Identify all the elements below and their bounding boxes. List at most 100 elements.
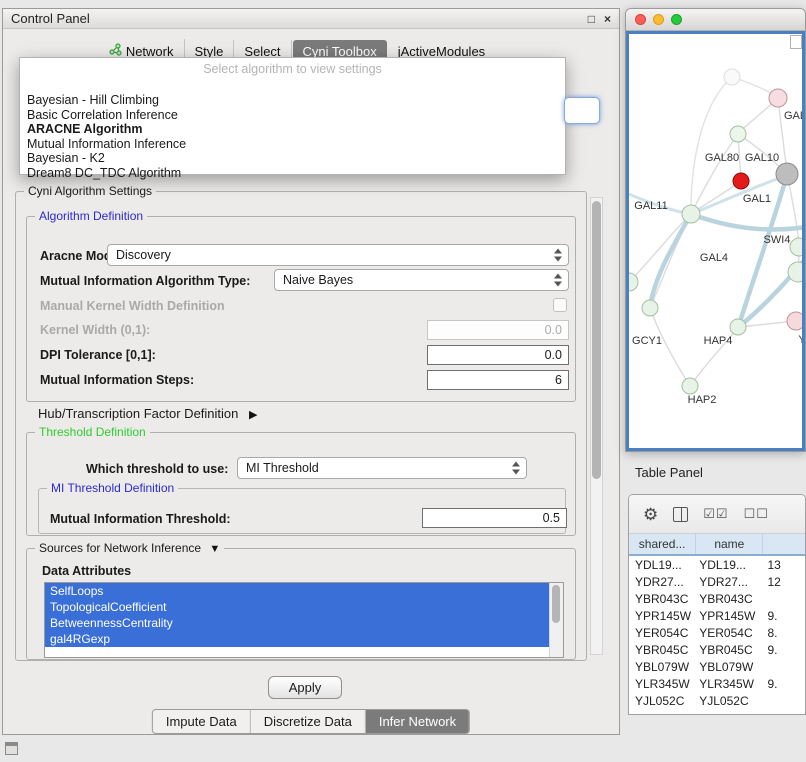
- attribute-list-item[interactable]: SelfLoops: [45, 583, 550, 599]
- apply-button[interactable]: Apply: [268, 676, 342, 699]
- cell-name: YBR045C: [696, 643, 763, 657]
- aracne-mode-value: Discovery: [116, 248, 171, 262]
- dropdown-prompt: Select algorithm to view settings: [20, 58, 565, 76]
- dropdown-item[interactable]: Dream8 DC_TDC Algorithm: [20, 166, 565, 181]
- dropdown-item[interactable]: Bayesian - K2: [20, 151, 565, 166]
- network-node[interactable]: [769, 89, 787, 107]
- select-all-checkboxes-icon[interactable]: ☑☑: [703, 506, 728, 522]
- network-node[interactable]: [733, 173, 749, 189]
- dpi-tolerance-field[interactable]: 0.0: [427, 345, 569, 365]
- chevron-updown-icon: [554, 274, 563, 287]
- scrollbar-thumb[interactable]: [592, 201, 601, 479]
- close-button[interactable]: [635, 14, 646, 25]
- network-canvas[interactable]: GAL GAL80 GAL10 GAL11 GAL1 SWI4 GAL4 GCY…: [626, 31, 805, 451]
- network-node[interactable]: [730, 126, 746, 142]
- cell-name: YPR145W: [696, 609, 763, 623]
- table-row[interactable]: YDL19... YDL19... 13: [629, 556, 805, 573]
- table-row[interactable]: YBR045C YBR045C 9.: [629, 641, 805, 658]
- table-row[interactable]: YER054C YER054C 8.: [629, 624, 805, 641]
- which-threshold-label: Which threshold to use:: [86, 462, 228, 476]
- cyni-algorithm-settings-group: Cyni Algorithm Settings Algorithm Defini…: [15, 191, 587, 661]
- node-label: GAL80: [705, 152, 739, 164]
- network-graph: GAL GAL80 GAL10 GAL11 GAL1 SWI4 GAL4 GCY…: [629, 34, 804, 451]
- column-header-shared-name[interactable]: shared...: [629, 534, 696, 554]
- cell-value: 13: [763, 558, 805, 572]
- network-node[interactable]: [724, 69, 740, 85]
- which-threshold-select[interactable]: MI Threshold: [237, 457, 527, 479]
- mi-type-value: Naive Bayes: [283, 273, 353, 287]
- network-node[interactable]: [787, 312, 804, 330]
- table-row[interactable]: YLR345W YLR345W 9.: [629, 675, 805, 692]
- dropdown-item[interactable]: Bayesian - Hill Climbing: [20, 93, 565, 108]
- mi-type-select[interactable]: Naive Bayes: [274, 269, 569, 291]
- table-row[interactable]: YDR27... YDR27... 12: [629, 573, 805, 590]
- table-row[interactable]: YBL079W YBL079W: [629, 658, 805, 675]
- cell-name: YDL19...: [696, 558, 763, 572]
- table-body: YDL19... YDL19... 13 YDR27... YDR27... 1…: [629, 556, 805, 709]
- view-corner-box: [790, 35, 802, 49]
- chevron-updown-icon: [512, 462, 521, 475]
- table-panel-window: ⚙ ☑☑ ☐☐ shared... name YDL19... YDL19...…: [628, 494, 806, 715]
- restore-panel-icon[interactable]: [5, 742, 18, 755]
- attribute-list[interactable]: SelfLoops TopologicalCoefficient Between…: [44, 582, 564, 658]
- network-node[interactable]: [629, 273, 638, 291]
- node-label: GAL10: [745, 152, 779, 164]
- hub-section-toggle[interactable]: Hub/Transcription Factor Definition ▶: [38, 406, 257, 421]
- attribute-list-item[interactable]: TopologicalCoefficient: [45, 599, 550, 615]
- network-node[interactable]: [788, 262, 804, 282]
- dropdown-item[interactable]: Mutual Information Inference: [20, 137, 565, 152]
- control-panel-titlebar: Control Panel □ ×: [3, 9, 619, 29]
- scrollbar-thumb[interactable]: [552, 585, 560, 623]
- table-row[interactable]: YBR043C YBR043C: [629, 590, 805, 607]
- table-row[interactable]: YPR145W YPR145W 9.: [629, 607, 805, 624]
- mi-steps-field[interactable]: 6: [427, 370, 569, 390]
- aracne-mode-select[interactable]: Discovery: [107, 244, 569, 266]
- cell-shared: YDL19...: [629, 558, 696, 572]
- tab-discretize-data[interactable]: Discretize Data: [251, 710, 366, 733]
- settings-group-title: Cyni Algorithm Settings: [24, 184, 156, 198]
- threshold-definition-title: Threshold Definition: [35, 425, 150, 439]
- hub-section-label: Hub/Transcription Factor Definition: [38, 406, 238, 421]
- network-node[interactable]: [776, 163, 798, 185]
- network-node[interactable]: [682, 205, 700, 223]
- network-node[interactable]: [642, 300, 658, 316]
- attribute-list-scrollbar[interactable]: [549, 583, 563, 657]
- mi-type-label: Mutual Information Algorithm Type:: [40, 274, 250, 288]
- cell-name: YLR345W: [696, 677, 763, 691]
- attribute-list-item[interactable]: BetweennessCentrality: [45, 615, 550, 631]
- mi-threshold-field[interactable]: 0.5: [422, 508, 567, 528]
- node-label: HAP4: [704, 335, 733, 347]
- tab-infer-network[interactable]: Infer Network: [366, 710, 469, 733]
- column-header-name[interactable]: name: [696, 534, 763, 554]
- tab-impute-data[interactable]: Impute Data: [153, 710, 251, 733]
- dropdown-item-selected[interactable]: ARACNE Algorithm: [20, 122, 565, 137]
- cell-shared: YER054C: [629, 626, 696, 640]
- float-window-icon[interactable]: □: [588, 13, 595, 25]
- network-node[interactable]: [790, 238, 804, 256]
- cell-shared: YBR045C: [629, 643, 696, 657]
- bottom-tab-bar: Impute Data Discretize Data Infer Networ…: [152, 709, 470, 734]
- deselect-all-checkboxes-icon[interactable]: ☐☐: [744, 506, 769, 522]
- close-window-icon[interactable]: ×: [604, 13, 611, 25]
- collapse-down-icon: ▼: [209, 543, 220, 555]
- collapse-right-icon: ▶: [249, 409, 257, 421]
- settings-scrollbar[interactable]: [590, 197, 603, 655]
- dropdown-item[interactable]: Basic Correlation Inference: [20, 108, 565, 123]
- minimize-button[interactable]: [653, 14, 664, 25]
- network-node[interactable]: [682, 378, 698, 394]
- gear-icon[interactable]: ⚙: [643, 506, 658, 523]
- zoom-button[interactable]: [671, 14, 682, 25]
- table-row[interactable]: YJL052C YJL052C: [629, 692, 805, 709]
- kernel-width-field[interactable]: 0.0: [427, 320, 569, 340]
- columns-icon[interactable]: [673, 507, 688, 522]
- attribute-list-item[interactable]: gal4RGexp: [45, 631, 550, 647]
- network-node[interactable]: [730, 319, 746, 335]
- kernel-width-label: Kernel Width (0,1):: [40, 323, 150, 337]
- column-header-extra[interactable]: [763, 534, 805, 554]
- sources-group-title: Sources for Network Inference: [39, 541, 201, 555]
- node-label: HAP2: [688, 394, 717, 406]
- algorithm-combobox[interactable]: [564, 97, 600, 124]
- manual-kernel-checkbox[interactable]: [553, 298, 567, 312]
- sources-group-toggle[interactable]: Sources for Network Inference ▼: [35, 541, 224, 555]
- cell-shared: YPR145W: [629, 609, 696, 623]
